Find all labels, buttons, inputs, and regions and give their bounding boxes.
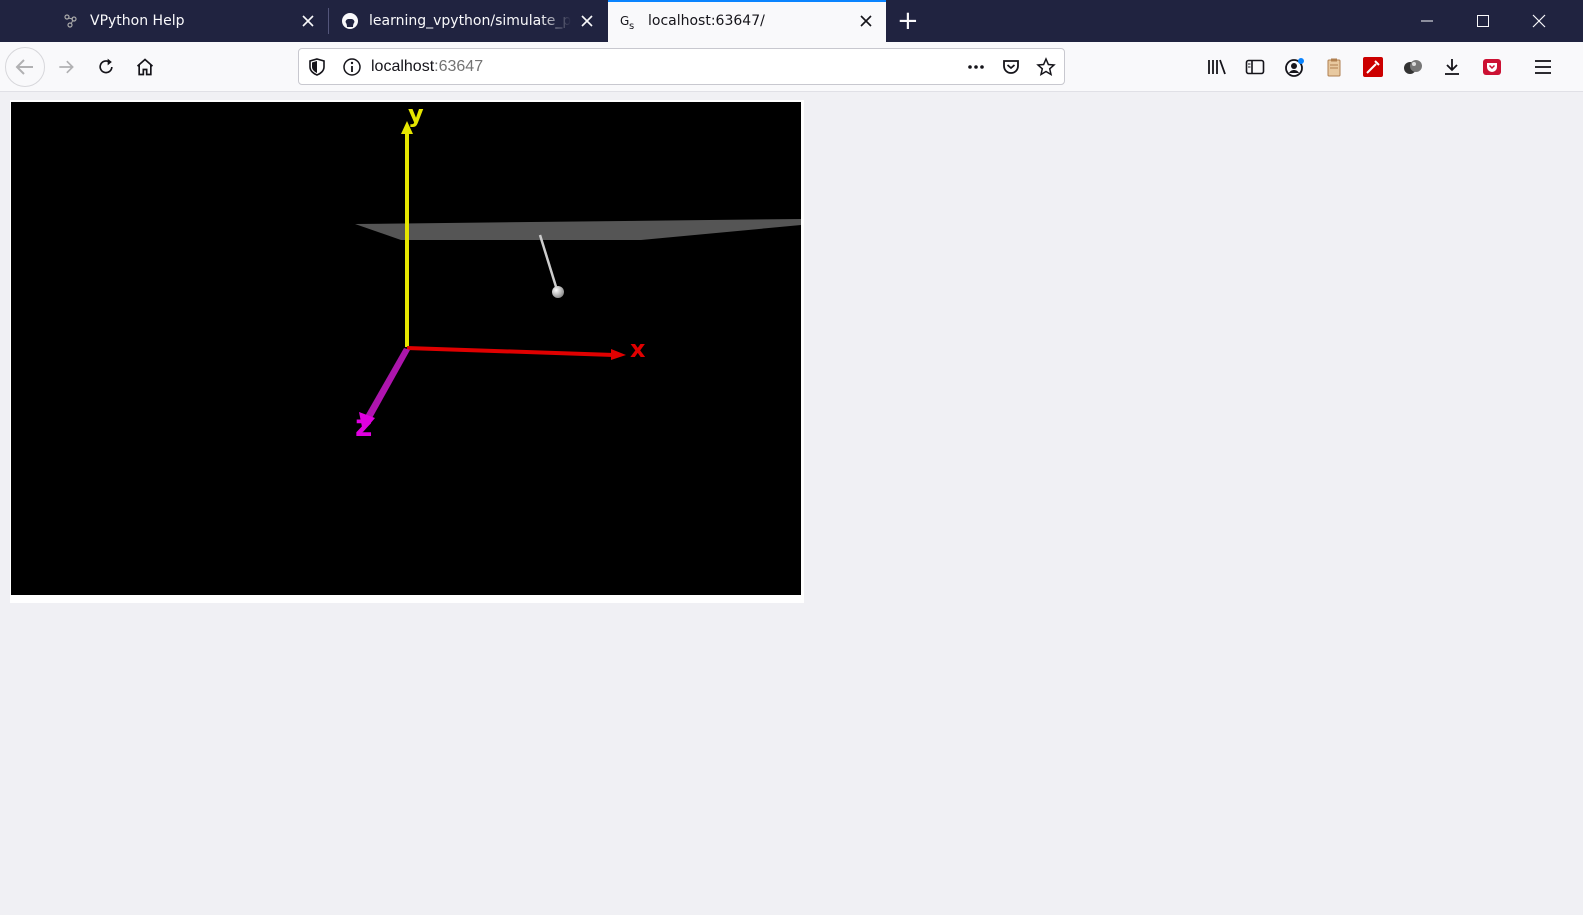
vpython-canvas[interactable]: y x z	[11, 102, 801, 595]
library-button[interactable]	[1200, 51, 1232, 83]
account-button[interactable]	[1278, 51, 1310, 83]
tab-vpython-help[interactable]: VPython Help	[50, 0, 328, 42]
eyedropper-icon	[1363, 57, 1383, 77]
menu-button[interactable]	[1527, 51, 1559, 83]
extension-spheres-icon	[1404, 60, 1422, 74]
svg-text:s: s	[629, 21, 634, 30]
library-icon	[1208, 59, 1226, 75]
svg-text:G: G	[620, 14, 629, 28]
reload-icon	[99, 58, 113, 74]
back-button[interactable]	[5, 47, 45, 87]
account-icon	[1285, 58, 1304, 77]
canvas-container: y x z	[10, 100, 804, 603]
address-bar[interactable]: localhost:63647	[298, 48, 1065, 85]
gs-icon: G s	[620, 14, 634, 30]
sidebar-icon	[1245, 59, 1265, 75]
x-axis-arrowhead	[611, 349, 626, 360]
y-axis-label: y	[408, 102, 424, 128]
maximize-icon	[1477, 15, 1489, 27]
home-button[interactable]	[129, 51, 161, 83]
tab-localhost[interactable]: G s localhost:63647/	[608, 0, 886, 42]
pendulum-rod	[538, 234, 559, 291]
shield-icon[interactable]	[307, 57, 327, 77]
forward-button[interactable]	[50, 51, 82, 83]
clipboard-icon	[1327, 58, 1341, 77]
vpython-icon	[64, 14, 77, 28]
reload-button[interactable]	[90, 51, 122, 83]
url-host: localhost	[371, 58, 435, 75]
pocket-icon[interactable]	[1001, 57, 1021, 77]
clipboard-extension-button[interactable]	[1318, 51, 1350, 83]
extension-button[interactable]	[1396, 51, 1428, 83]
pocket-extension-button[interactable]	[1476, 51, 1508, 83]
ceiling-plate	[355, 219, 801, 240]
new-tab-button[interactable]: +	[890, 5, 922, 37]
forward-arrow-icon	[59, 60, 74, 74]
navigation-toolbar: localhost:63647	[0, 42, 1583, 92]
url-field[interactable]: localhost:63647	[371, 58, 483, 76]
github-icon	[342, 13, 358, 29]
scene-svg: y x z	[355, 102, 801, 444]
close-icon	[1532, 14, 1546, 28]
page-actions-icon[interactable]	[966, 57, 986, 77]
bookmark-star-icon[interactable]	[1036, 57, 1056, 77]
hamburger-menu-icon	[1535, 60, 1551, 74]
tab-bar: VPython Help learning_vpython/simulate_p…	[0, 0, 1583, 42]
close-tab-icon[interactable]	[856, 11, 876, 31]
tab-title: VPython Help	[90, 13, 185, 29]
tab-title: localhost:63647/	[648, 13, 765, 29]
home-icon	[136, 58, 154, 76]
tab-title: learning_vpython/simulate_pendulum	[369, 13, 571, 29]
tab-github[interactable]: learning_vpython/simulate_pendulum	[329, 0, 607, 42]
z-axis-label: z	[355, 409, 372, 444]
back-arrow-icon	[15, 59, 33, 75]
close-window-button[interactable]	[1511, 0, 1567, 42]
maximize-button[interactable]	[1455, 0, 1511, 42]
page-content: y x z	[0, 92, 1583, 915]
url-port: :63647	[434, 58, 484, 75]
minimize-button[interactable]	[1399, 0, 1455, 42]
close-tab-icon[interactable]	[577, 11, 597, 31]
pocket-save-icon	[1483, 59, 1501, 75]
downloads-button[interactable]	[1436, 51, 1468, 83]
download-icon	[1445, 59, 1459, 75]
info-icon[interactable]	[342, 57, 362, 77]
x-axis-label: x	[630, 335, 646, 363]
x-axis-arrow	[406, 346, 615, 357]
minimize-icon	[1421, 20, 1433, 22]
colorpicker-extension-button[interactable]	[1357, 51, 1389, 83]
plus-icon: +	[897, 6, 919, 36]
pendulum-bob	[552, 286, 564, 298]
sidebar-button[interactable]	[1239, 51, 1271, 83]
close-tab-icon[interactable]	[298, 11, 318, 31]
